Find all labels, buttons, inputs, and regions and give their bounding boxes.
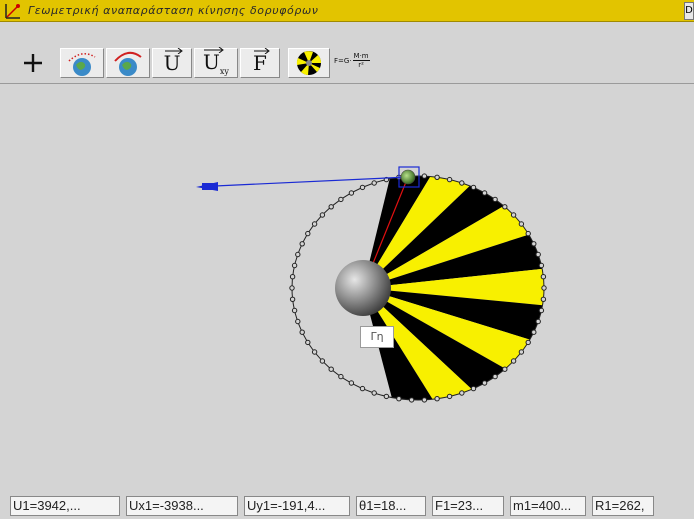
orbit-marker	[518, 349, 525, 355]
velocity-arrow-tail	[202, 183, 218, 190]
orbit-marker	[518, 221, 525, 227]
orbit-marker	[470, 385, 477, 392]
orbit-marker	[510, 212, 517, 218]
orbit-marker	[299, 241, 305, 247]
orbit-marker	[408, 397, 415, 403]
orbit-marker	[338, 196, 344, 203]
status-uy1: Uy1=-191,4...	[244, 495, 350, 516]
orbit-marker	[492, 196, 498, 203]
orbit-marker	[531, 329, 537, 335]
orbit-marker	[305, 230, 311, 237]
orbit-marker	[538, 307, 545, 314]
orbit-marker	[540, 296, 547, 302]
status-m1: m1=400...	[510, 495, 586, 516]
orbit-marker	[311, 349, 318, 355]
orbit-marker	[502, 366, 508, 372]
orbit-marker	[359, 184, 366, 191]
status-ux1: Ux1=-3938...	[126, 495, 238, 516]
orbit-marker	[470, 184, 477, 191]
orbit-marker	[338, 373, 344, 380]
orbit-marker	[291, 307, 298, 314]
orbit-marker	[541, 285, 547, 291]
orbit-marker	[525, 230, 531, 237]
earth-label: Γη	[360, 326, 394, 348]
orbit-marker	[383, 393, 390, 400]
status-bar: U1=3942,... Ux1=-3938... Uy1=-191,4... θ…	[0, 492, 694, 519]
orbit-marker	[535, 251, 541, 258]
status-f1: F1=23...	[432, 495, 504, 516]
orbit-marker	[291, 262, 298, 269]
status-u1: U1=3942,...	[10, 495, 120, 516]
orbit-marker	[328, 204, 334, 210]
orbit-marker	[535, 318, 541, 325]
orbit-marker	[328, 366, 334, 372]
orbit-marker	[434, 396, 440, 402]
orbit-marker	[434, 174, 440, 181]
status-theta1: θ1=18...	[356, 495, 426, 516]
orbit-marker	[348, 380, 355, 386]
orbit-marker	[492, 373, 498, 380]
orbit-marker	[531, 241, 537, 247]
orbit-marker	[371, 390, 377, 396]
orbit-marker	[295, 318, 301, 325]
status-r1: R1=262,	[592, 495, 654, 516]
orbit-marker	[295, 251, 301, 258]
orbit-marker	[289, 285, 295, 291]
orbit-marker	[371, 180, 377, 186]
orbit-marker	[348, 190, 355, 196]
orbit-marker	[510, 358, 517, 364]
orbit-marker	[289, 274, 296, 280]
orbit-marker	[359, 385, 366, 392]
orbit-marker	[305, 339, 311, 346]
orbit-marker	[481, 190, 488, 196]
satellite[interactable]	[400, 169, 416, 185]
orbit-marker	[481, 380, 488, 386]
orbit-marker	[421, 173, 428, 179]
earth-body[interactable]	[335, 260, 391, 316]
orbit-marker	[319, 358, 326, 364]
orbit-marker	[289, 296, 296, 302]
orbit-marker	[396, 396, 402, 402]
orbit-marker	[299, 329, 305, 335]
orbit-marker	[421, 397, 428, 403]
orbit-marker	[459, 180, 465, 186]
orbit-marker	[525, 339, 531, 346]
orbit-marker	[459, 390, 465, 396]
simulation-canvas[interactable]	[0, 0, 694, 519]
orbit-marker	[538, 262, 545, 269]
orbit-marker	[319, 212, 326, 218]
orbit-marker	[446, 393, 453, 400]
orbit-marker	[502, 204, 508, 210]
orbit-marker	[540, 274, 547, 280]
orbit-marker	[446, 176, 453, 183]
orbit-marker	[311, 221, 318, 227]
